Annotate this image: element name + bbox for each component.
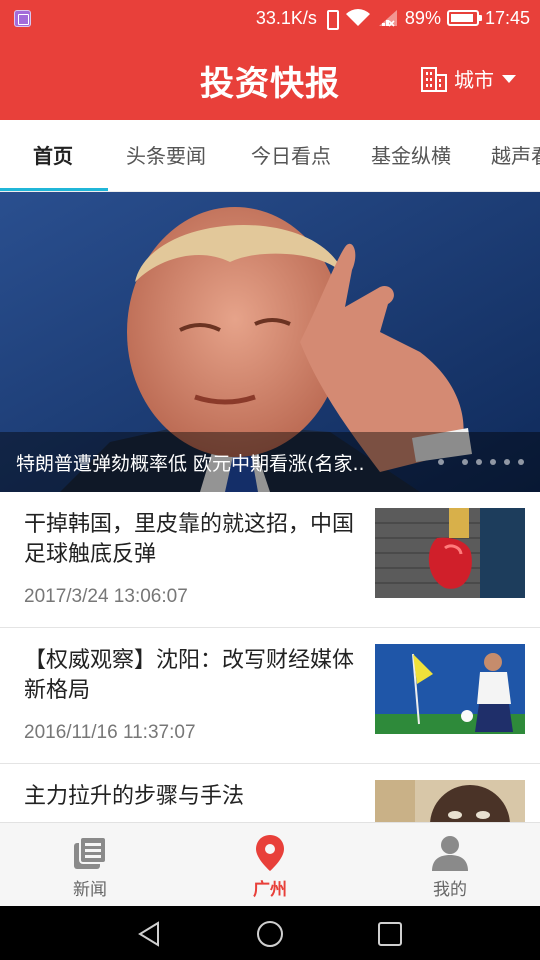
category-tabs: 首页 头条要闻 今日看点 基金纵横 越声看 <box>0 120 540 192</box>
carousel-indicator <box>438 459 524 465</box>
news-item[interactable]: 干掉韩国，里皮靠的就这招，中国足球触底反弹 2017/3/24 13:06:07 <box>0 492 540 628</box>
news-list: 干掉韩国，里皮靠的就这招，中国足球触底反弹 2017/3/24 13:06:07… <box>0 492 540 822</box>
building-icon <box>421 66 447 92</box>
app-header: 投资快报 城市 <box>0 36 540 120</box>
battery-icon <box>446 10 482 26</box>
news-thumbnail <box>375 508 525 598</box>
clock: 17:45 <box>484 7 530 28</box>
nav-profile[interactable]: 我的 <box>360 823 540 907</box>
tab-yuesheng[interactable]: 越声看 <box>491 120 540 191</box>
banner-caption[interactable]: 特朗普遭弹劾概率低 欧元中期看涨(名家.. <box>16 449 406 476</box>
user-icon <box>432 836 468 871</box>
status-right: 33.1K/s 89% 17:45 <box>256 0 530 36</box>
banner-caption-bar: 特朗普遭弹劾概率低 欧元中期看涨(名家.. <box>0 432 540 492</box>
system-nav-bar <box>0 906 540 960</box>
news-thumbnail <box>375 644 525 734</box>
signal-icon <box>378 10 397 27</box>
nav-label: 我的 <box>433 880 467 900</box>
recents-icon[interactable] <box>376 920 404 948</box>
gallery-icon <box>14 10 31 27</box>
nav-news[interactable]: 新闻 <box>0 823 180 907</box>
nav-city[interactable]: 广州 <box>180 823 360 907</box>
vibrate-icon <box>323 9 339 30</box>
news-title: 【权威观察】沈阳：改写财经媒体新格局 <box>24 648 355 703</box>
status-bar: 33.1K/s 89% 17:45 <box>0 0 540 36</box>
news-title: 干掉韩国，里皮靠的就这招，中国足球触底反弹 <box>24 512 355 567</box>
battery-percent: 89% <box>404 7 441 28</box>
tab-headlines[interactable]: 头条要闻 <box>126 120 206 191</box>
news-timestamp: 2016/11/16 11:37:07 <box>24 722 196 743</box>
chevron-down-icon <box>502 74 516 83</box>
nav-label: 广州 <box>253 880 287 900</box>
city-selector-button[interactable]: 城市 <box>420 64 516 93</box>
carousel-dot[interactable] <box>462 459 468 465</box>
banner-carousel[interactable]: 特朗普遭弹劾概率低 欧元中期看涨(名家.. <box>0 192 540 492</box>
news-icon <box>74 836 107 869</box>
carousel-dot[interactable] <box>504 459 510 465</box>
network-speed: 33.1K/s <box>255 7 317 28</box>
carousel-dot[interactable] <box>518 459 524 465</box>
carousel-dot[interactable] <box>438 459 444 465</box>
carousel-dot[interactable] <box>476 459 482 465</box>
wifi-icon <box>345 9 370 26</box>
back-icon[interactable] <box>136 920 164 948</box>
carousel-dot[interactable] <box>490 459 496 465</box>
tab-home[interactable]: 首页 <box>33 120 73 191</box>
news-thumbnail <box>375 780 525 822</box>
news-title: 主力拉升的步骤与手法 <box>24 784 245 809</box>
city-label: 城市 <box>454 68 494 92</box>
news-item[interactable]: 主力拉升的步骤与手法 <box>0 764 540 822</box>
bottom-nav: 新闻 广州 我的 <box>0 822 540 906</box>
news-item[interactable]: 【权威观察】沈阳：改写财经媒体新格局 2016/11/16 11:37:07 <box>0 628 540 764</box>
news-timestamp: 2017/3/24 13:06:07 <box>24 586 188 607</box>
location-pin-icon <box>256 835 284 871</box>
tab-today-focus[interactable]: 今日看点 <box>251 120 331 191</box>
tab-funds[interactable]: 基金纵横 <box>371 120 451 191</box>
home-icon[interactable] <box>256 920 284 948</box>
nav-label: 新闻 <box>73 880 107 900</box>
